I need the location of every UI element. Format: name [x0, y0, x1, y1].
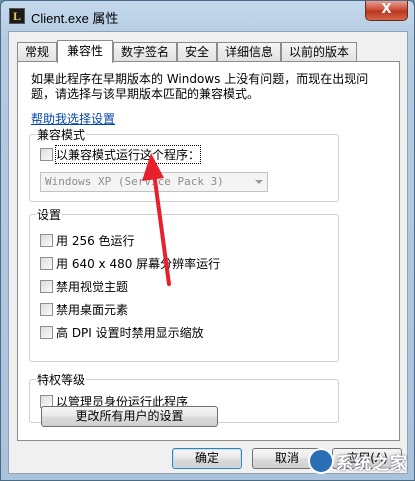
properties-window: L Client.exe 属性 X 常规 兼容性 数字签名 安全 详细信息 以前…: [0, 0, 415, 481]
setting-label: 禁用桌面元素: [56, 302, 129, 317]
setting-label: 高 DPI 设置时禁用显示缩放: [56, 325, 204, 340]
compat-mode-group-title: 兼容模式: [36, 126, 87, 143]
window-title: Client.exe 属性: [31, 11, 119, 26]
tab-security[interactable]: 安全: [177, 42, 217, 62]
change-all-users-button[interactable]: 更改所有用户的设置: [41, 406, 218, 427]
dialog-client-area: 常规 兼容性 数字签名 安全 详细信息 以前的版本 如果此程序在早期版本的 Wi…: [8, 31, 408, 474]
checkbox[interactable]: [40, 302, 53, 316]
title-bar[interactable]: L Client.exe 属性 X: [1, 1, 414, 31]
checkbox[interactable]: [40, 279, 53, 293]
privilege-group-title: 特权等级: [36, 371, 87, 388]
compat-mode-group: 兼容模式 以兼容模式运行这个程序： Windows XP (Service Pa…: [29, 126, 339, 202]
settings-group-title: 设置: [36, 206, 63, 223]
compat-mode-label: 以兼容模式运行这个程序：: [54, 144, 202, 164]
compat-mode-option[interactable]: 以兼容模式运行这个程序：: [40, 144, 202, 164]
checkbox[interactable]: [40, 256, 53, 270]
setting-label: 用 640 x 480 屏幕分辨率运行: [56, 256, 221, 271]
close-button[interactable]: X: [365, 1, 408, 21]
setting-label: 用 256 色运行: [56, 233, 135, 248]
intro-text: 如果此程序在早期版本的 Windows 上没有问题，而现在出现问题，请选择与该早…: [31, 72, 369, 101]
help-me-choose-link[interactable]: 帮助我选择设置: [31, 110, 115, 127]
setting-256-colors[interactable]: 用 256 色运行: [40, 232, 135, 248]
os-version-select[interactable]: Windows XP (Service Pack 3): [40, 172, 268, 192]
watermark-text: 系统之家: [336, 453, 408, 474]
setting-disable-dpi-scaling[interactable]: 高 DPI 设置时禁用显示缩放: [40, 324, 204, 340]
tab-digital-signatures[interactable]: 数字签名: [113, 42, 177, 62]
watermark: 系统之家: [308, 448, 408, 474]
os-version-value: Windows XP (Service Pack 3): [45, 175, 224, 188]
settings-group: 设置 用 256 色运行 用 640 x 480 屏幕分辨率运行 禁用视觉主题 …: [29, 206, 339, 362]
tab-details[interactable]: 详细信息: [217, 42, 281, 62]
compat-mode-checkbox[interactable]: [40, 147, 53, 161]
app-icon: L: [9, 8, 25, 24]
checkbox[interactable]: [40, 233, 53, 247]
setting-640x480[interactable]: 用 640 x 480 屏幕分辨率运行: [40, 255, 220, 271]
ok-button[interactable]: 确定: [172, 448, 242, 469]
tab-compatibility[interactable]: 兼容性: [57, 40, 113, 63]
setting-disable-visual-themes[interactable]: 禁用视觉主题: [40, 278, 128, 294]
compatibility-panel: 如果此程序在早期版本的 Windows 上没有问题，而现在出现问题，请选择与该早…: [17, 61, 400, 441]
watermark-logo-icon: [308, 448, 334, 474]
checkbox[interactable]: [40, 325, 53, 339]
tab-previous-versions[interactable]: 以前的版本: [281, 42, 357, 62]
setting-disable-desktop-composition[interactable]: 禁用桌面元素: [40, 301, 128, 317]
chevron-down-icon: [255, 180, 263, 184]
setting-label: 禁用视觉主题: [56, 279, 129, 294]
tab-general[interactable]: 常规: [17, 42, 57, 62]
